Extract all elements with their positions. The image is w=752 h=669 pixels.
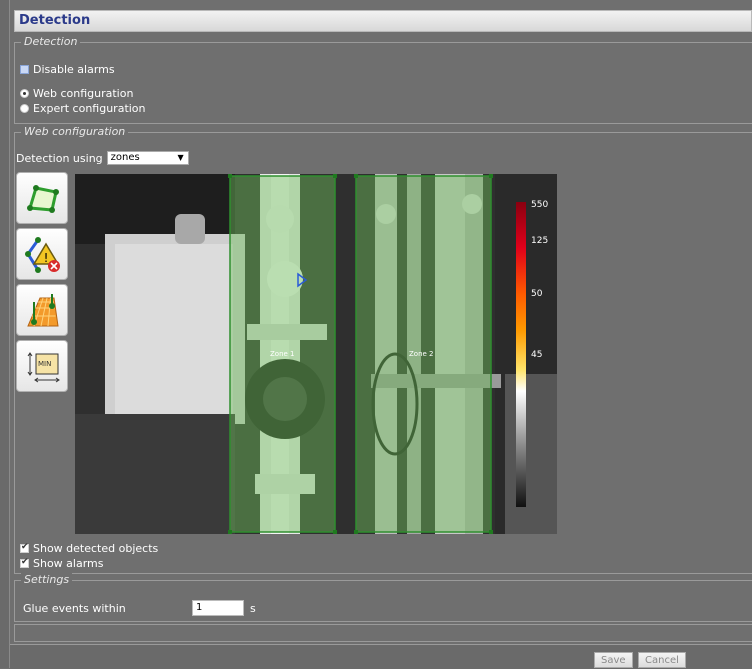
- zone-1-label: Zone 1: [270, 350, 295, 358]
- settings-legend: Settings: [21, 573, 73, 586]
- expert-config-radio[interactable]: [20, 104, 29, 113]
- detection-legend: Detection: [21, 35, 81, 48]
- min-size-tool-button[interactable]: MIN: [16, 340, 68, 392]
- footer-bar: Save Cancel: [10, 644, 752, 669]
- bottom-divider: [14, 624, 752, 642]
- web-config-radio-label: Web configuration: [33, 87, 134, 100]
- disable-alarms-checkbox[interactable]: [20, 65, 29, 74]
- perspective-grid-icon: [27, 294, 59, 327]
- svg-text:!: !: [44, 251, 49, 265]
- title-bar: Detection: [14, 10, 752, 32]
- thermal-camera-view[interactable]: Zone 1 Zone 2 550 125 50 45: [75, 174, 557, 534]
- glue-events-input[interactable]: 1: [192, 600, 244, 616]
- show-detected-objects-checkbox[interactable]: [20, 542, 29, 553]
- disable-alarms-label: Disable alarms: [33, 63, 115, 76]
- web-config-radio-row[interactable]: Web configuration: [20, 87, 133, 100]
- line-alarm-icon: !: [25, 237, 60, 273]
- disable-alarms-row[interactable]: Disable alarms: [20, 63, 115, 76]
- show-detected-objects-row[interactable]: Show detected objects: [20, 542, 158, 555]
- min-size-label: MIN: [38, 360, 52, 368]
- glue-events-row: Glue events within 1 s: [23, 600, 256, 616]
- zone-tools: ! MIN: [16, 172, 70, 396]
- detection-using-value: zones: [110, 152, 140, 163]
- scale-label-550: 550: [531, 200, 549, 210]
- glue-events-label: Glue events within: [23, 601, 126, 615]
- line-alarm-tool-button[interactable]: !: [16, 228, 68, 280]
- page-title: Detection: [19, 13, 91, 28]
- left-edge: [0, 0, 10, 668]
- scale-label-45: 45: [531, 350, 543, 360]
- web-config-radio[interactable]: [20, 89, 29, 98]
- perspective-tool-button[interactable]: [16, 284, 68, 336]
- show-detected-objects-label: Show detected objects: [33, 542, 159, 555]
- show-alarms-label: Show alarms: [33, 557, 104, 570]
- scale-label-50: 50: [531, 289, 543, 299]
- cancel-button[interactable]: Cancel: [638, 652, 686, 668]
- thermal-image: [75, 174, 557, 534]
- temperature-scale-bar: [516, 202, 526, 507]
- expert-config-radio-row[interactable]: Expert configuration: [20, 102, 146, 115]
- glue-events-unit: s: [250, 601, 256, 615]
- polygon-zone-icon: [27, 185, 59, 213]
- polygon-zone-tool-button[interactable]: [16, 172, 68, 224]
- detection-using-select[interactable]: zones ▼: [106, 151, 189, 165]
- detection-using-label: Detection using: [16, 151, 103, 165]
- web-config-legend: Web configuration: [21, 125, 129, 138]
- detection-using-row: Detection using zones ▼: [16, 151, 189, 165]
- zone-2-label: Zone 2: [409, 350, 434, 358]
- scale-label-125: 125: [531, 236, 549, 246]
- expert-config-radio-label: Expert configuration: [33, 102, 146, 115]
- show-alarms-row[interactable]: Show alarms: [20, 557, 104, 570]
- save-button[interactable]: Save: [594, 652, 633, 668]
- dropdown-arrow-icon: ▼: [177, 153, 184, 162]
- show-alarms-checkbox[interactable]: [20, 557, 29, 568]
